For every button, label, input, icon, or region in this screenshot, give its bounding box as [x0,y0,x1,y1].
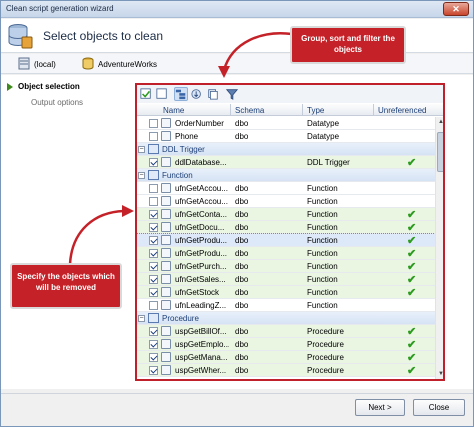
callout-specify-objects: Specify the objects which will be remove… [10,263,122,309]
database-icon [82,57,94,70]
close-button[interactable]: Close [413,399,465,416]
highlight-frame [135,83,445,381]
wizard-steps-sidebar: Object selection Output options [1,75,134,389]
callout-group-sort-filter: Group, sort and filter the objects [290,26,406,64]
server-icon [18,57,30,70]
database-name: AdventureWorks [98,60,157,69]
wizard-window: Clean script generation wizard ✕ Select … [0,0,474,427]
window-title: Clean script generation wizard [6,4,114,13]
page-title: Select objects to clean [43,29,164,43]
current-step-arrow-icon [7,83,13,91]
database-cleanup-icon [8,24,33,49]
step-object-selection[interactable]: Object selection [18,82,80,91]
footer-divider [1,393,473,394]
server-name: (local) [34,60,56,69]
step-output-options[interactable]: Output options [31,98,83,107]
next-button[interactable]: Next > [355,399,405,416]
title-bar: Clean script generation wizard ✕ [1,1,473,18]
close-icon[interactable]: ✕ [443,2,469,16]
